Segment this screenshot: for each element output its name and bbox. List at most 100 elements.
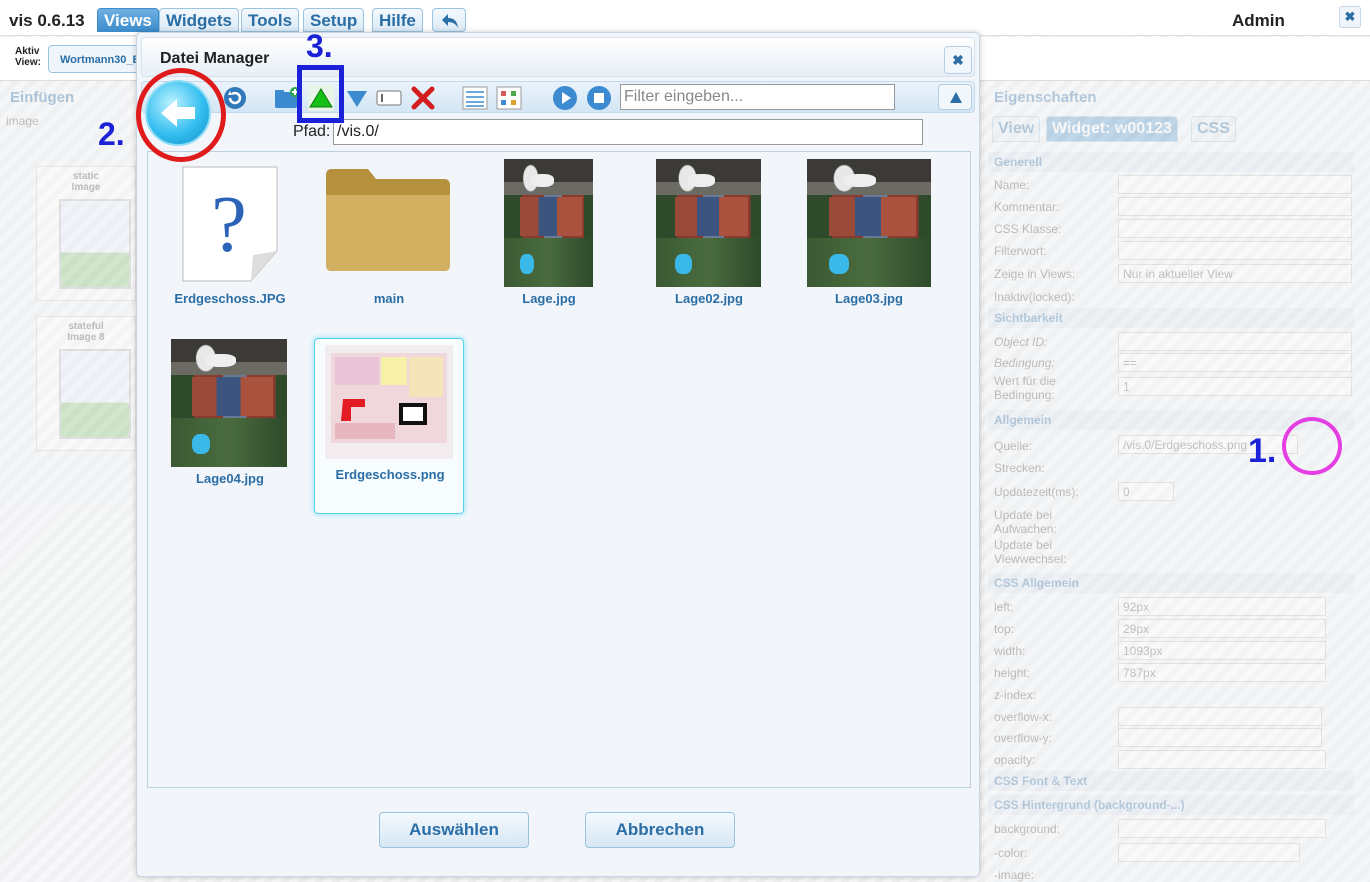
file-item[interactable]: Lage.jpg [473, 156, 623, 334]
active-view-label-line2: View: [15, 57, 41, 68]
field-label-update-aufwachen: Update bei Aufwachen: [994, 508, 1057, 536]
user-label: Admin [1232, 11, 1285, 30]
field-input-height[interactable]: 787px [1118, 663, 1326, 682]
field-input-updatezeit[interactable]: 0 [1118, 482, 1174, 501]
field-input-kommentar[interactable] [1118, 197, 1352, 216]
widget-filter-input[interactable]: image [6, 114, 39, 128]
list-view-icon[interactable] [462, 85, 488, 111]
field-label-width: width: [994, 644, 1026, 658]
field-input-top[interactable]: 29px [1118, 619, 1326, 638]
dialog-title: Datei Manager [160, 50, 270, 67]
filter-input[interactable] [620, 84, 895, 110]
file-item-selected[interactable]: Erdgeschoss.png [314, 338, 464, 514]
field-input-css-klasse[interactable] [1118, 219, 1352, 238]
field-input-filterwort[interactable] [1118, 241, 1352, 260]
field-label-update-view-line1: Update bei [994, 538, 1053, 552]
undo-icon [442, 14, 458, 28]
delete-icon[interactable] [410, 85, 436, 111]
app-title: vis 0.6.13 [9, 11, 85, 30]
active-view-label: Aktiv View: [15, 46, 41, 68]
rename-icon[interactable] [376, 85, 402, 111]
close-icon[interactable]: ✖ [1339, 6, 1361, 28]
play-icon[interactable] [552, 85, 578, 111]
folder-icon [326, 169, 450, 271]
upload-button[interactable] [938, 84, 972, 110]
annotation-3-label: 3. [306, 28, 333, 64]
cancel-button[interactable]: Abbrechen [585, 812, 735, 848]
folder-item[interactable]: main [313, 156, 463, 334]
stop-icon[interactable] [586, 85, 612, 111]
field-label-strecken: Strecken: [994, 461, 1045, 475]
field-label-bg-image: -image: [994, 868, 1035, 882]
field-input-bg-color[interactable] [1118, 843, 1300, 862]
table-view-icon[interactable] [496, 85, 522, 111]
floor-plan-thumbnail [325, 345, 453, 459]
field-input-object-id[interactable] [1118, 332, 1352, 351]
tab-widget[interactable]: Widget: w00123 [1046, 116, 1178, 142]
file-item[interactable]: Lage03.jpg [793, 156, 943, 334]
file-manager-dialog: Datei Manager ✖ Pfad: [136, 32, 980, 877]
field-input-width[interactable]: 1093px [1118, 641, 1326, 660]
field-label-zeige: Zeige in Views: [994, 267, 1076, 281]
file-item[interactable]: Lage02.jpg [633, 156, 783, 334]
refresh-icon[interactable] [222, 85, 248, 111]
menu-tab-views[interactable]: Views [97, 8, 159, 32]
field-label-zindex: z-index: [994, 688, 1037, 702]
tab-view[interactable]: View [992, 116, 1041, 142]
section-css-font[interactable]: CSS Font & Text [988, 771, 1354, 791]
select-button[interactable]: Auswählen [379, 812, 529, 848]
annotation-2-circle [136, 68, 226, 162]
field-label-opacity: opacity: [994, 753, 1036, 767]
field-select-overflow-y[interactable] [1118, 728, 1322, 747]
file-list: ? Erdgeschoss.JPG main Lage.jpg Lage02.j… [147, 151, 971, 788]
file-item[interactable]: ? Erdgeschoss.JPG [154, 156, 304, 334]
undo-button[interactable] [432, 8, 466, 32]
field-input-left[interactable]: 92px [1118, 597, 1326, 616]
field-select-overflow-x[interactable] [1118, 707, 1322, 726]
path-input[interactable] [333, 119, 923, 145]
field-select-zeige[interactable]: Nur in aktueller View [1118, 264, 1352, 283]
field-input-background[interactable] [1118, 819, 1326, 838]
file-toolbar [141, 81, 975, 113]
field-label-wert-line1: Wert für die [994, 374, 1056, 388]
field-input-opacity[interactable] [1118, 750, 1326, 769]
section-generell[interactable]: Generell [988, 152, 1354, 172]
widget-card-static-image[interactable]: static Image [36, 166, 136, 301]
image-thumbnail [171, 339, 287, 467]
section-css-background[interactable]: CSS Hintergrund (background-...) [988, 795, 1354, 815]
unknown-file-icon: ? [182, 166, 278, 282]
field-label-quelle: Quelle: [994, 439, 1033, 453]
annotation-2-label: 2. [98, 116, 125, 152]
view-select[interactable]: Wortmann30_E [48, 45, 148, 73]
annotation-1-label: 1. [1248, 432, 1277, 470]
properties-panel: Eigenschaften View Widget: w00123 CSS Ge… [986, 84, 1370, 882]
field-input-name[interactable] [1118, 175, 1352, 194]
path-label: Pfad: [293, 123, 331, 140]
field-label-update-view-line2: Viewwechsel: [994, 552, 1067, 566]
section-css-allgemein[interactable]: CSS Allgemein [988, 573, 1354, 593]
field-label-wert-line2: Bedingung: [994, 388, 1055, 402]
menu-tab-tools[interactable]: Tools [241, 8, 300, 32]
menu-tab-widgets[interactable]: Widgets [159, 8, 239, 32]
image-thumbnail [807, 159, 931, 287]
dialog-header: Datei Manager ✖ [141, 37, 975, 77]
file-name: Lage.jpg [522, 291, 576, 306]
widget-card-stateful-image[interactable]: stateful Image 8 [36, 316, 136, 451]
tab-css[interactable]: CSS [1191, 116, 1236, 142]
widget-card-line1: stateful [68, 321, 104, 332]
section-sichtbarkeit[interactable]: Sichtbarkeit [988, 308, 1354, 328]
field-input-wert[interactable]: 1 [1118, 377, 1352, 396]
widget-card-line1: static [72, 171, 100, 182]
field-label-top: top: [994, 622, 1015, 636]
app-root: vis 0.6.13 Views Widgets Tools Setup Hil… [0, 0, 1370, 882]
file-name: Erdgeschoss.png [335, 467, 445, 482]
field-select-bedingung[interactable]: == [1118, 353, 1352, 372]
file-name: Lage02.jpg [675, 291, 743, 306]
file-item[interactable]: Lage04.jpg [154, 336, 304, 514]
download-icon[interactable] [344, 85, 370, 111]
close-icon[interactable]: ✖ [944, 46, 972, 74]
file-name: Lage04.jpg [196, 471, 264, 486]
field-label-update-view: Update bei Viewwechsel: [994, 538, 1066, 566]
file-name: Erdgeschoss.JPG [174, 291, 286, 306]
menu-tab-hilfe[interactable]: Hilfe [372, 8, 423, 32]
